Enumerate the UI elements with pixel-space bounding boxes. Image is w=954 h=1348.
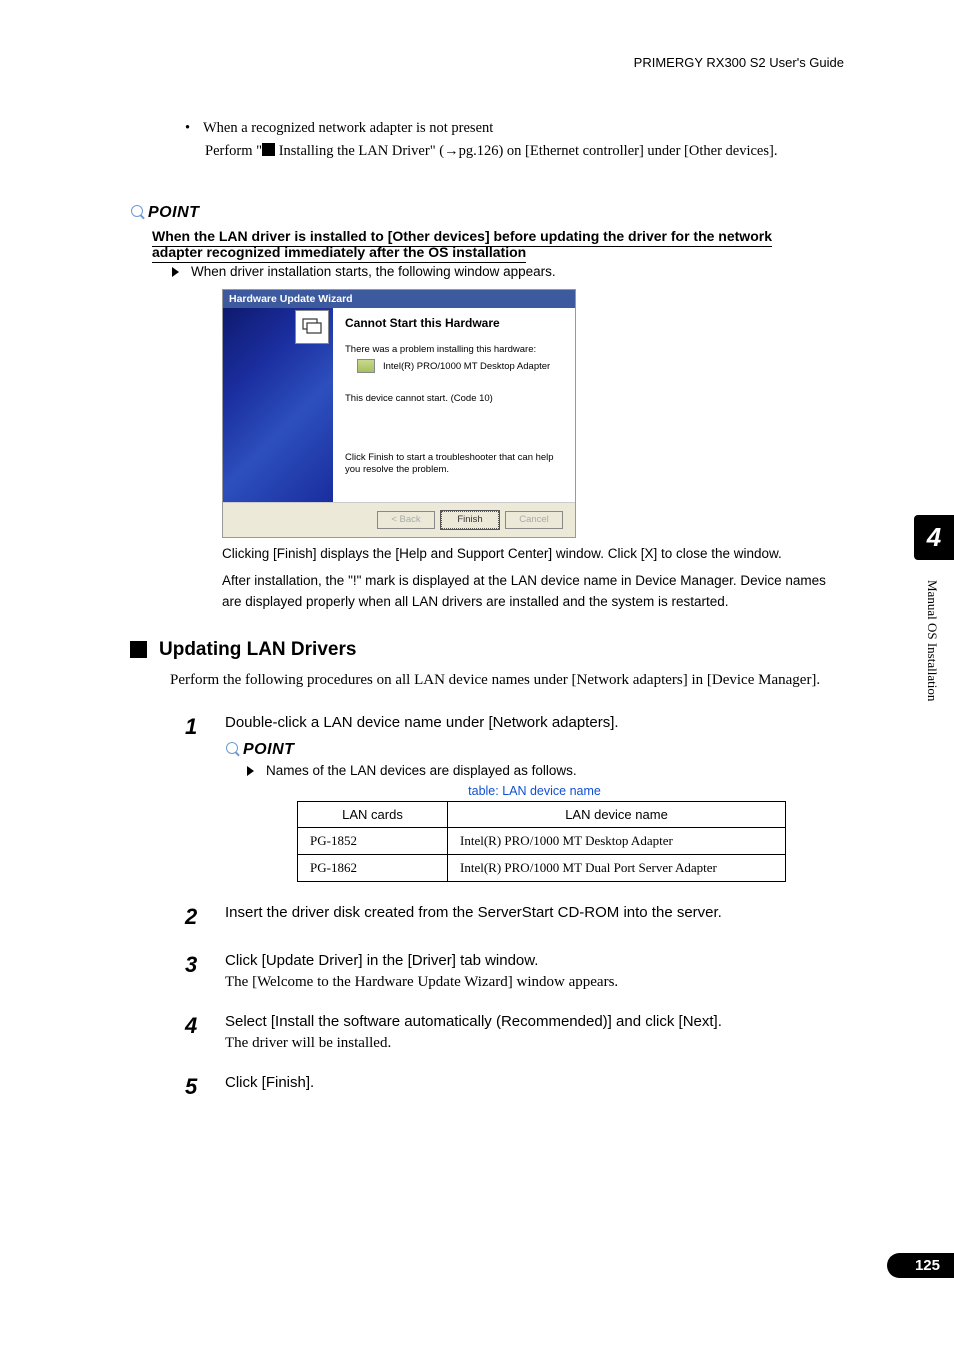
chapter-number: 4 [927,522,941,553]
point-list-text: When driver installation starts, the fol… [191,264,556,279]
bullet-dot: • [185,120,203,137]
triangle-icon [172,267,179,277]
lan-device-table: LAN cards LAN device name PG-1852 Intel(… [297,801,786,882]
th-device: LAN device name [448,802,786,828]
table-caption: table: LAN device name [225,784,844,798]
step-number: 3 [185,952,203,991]
step-body: Select [Install the software automatical… [225,1013,844,1052]
wizard-titlebar: Hardware Update Wizard [223,290,575,308]
point-list-item: When driver installation starts, the fol… [172,264,844,279]
wizard-body: Cannot Start this Hardware There was a p… [223,308,575,502]
step-body: Double-click a LAN device name under [Ne… [225,714,844,882]
step-sub: The [Welcome to the Hardware Update Wiza… [225,974,844,991]
point-bold-line2: adapter recognized immediately after the… [152,244,526,263]
step-body: Click [Update Driver] in the [Driver] ta… [225,952,844,991]
table-header-row: LAN cards LAN device name [298,802,786,828]
page-number: 125 [887,1253,954,1278]
after-line2: After installation, the "!" mark is disp… [222,571,844,613]
point-text: POINT [148,204,199,222]
wizard-device-icon [295,310,329,344]
point-bold-block: When the LAN driver is installed to [Oth… [130,228,844,260]
wizard-text-problem: There was a problem installing this hard… [345,344,563,355]
black-square-icon [262,143,275,156]
sub-post: pg.126) on [Ethernet controller] under [… [459,143,778,159]
th-cards: LAN cards [298,802,448,828]
point-label: POINT [130,204,844,222]
after-wizard-text: Clicking [Finish] displays the [Help and… [222,544,844,613]
td-card: PG-1852 [298,828,448,855]
wizard-text-code: This device cannot start. (Code 10) [345,393,563,404]
bullet-sub: Perform " Installing the LAN Driver" (→p… [205,143,844,160]
triangle-icon [247,766,254,776]
wizard-hw-name: Intel(R) PRO/1000 MT Desktop Adapter [383,361,550,372]
wizard-button-row: < Back Finish Cancel [223,502,575,537]
chapter-side-text: Manual OS Installation [924,580,940,701]
wizard-screenshot: Hardware Update Wizard Cannot Start this… [222,289,576,538]
wizard-sidebar-graphic [223,308,333,502]
magnifier-icon [130,205,146,221]
point-text-nested: POINT [243,741,294,759]
wizard-text-finish: Click Finish to start a troubleshooter t… [345,452,563,477]
step-main: Click [Update Driver] in the [Driver] ta… [225,952,844,969]
step-main: Double-click a LAN device name under [Ne… [225,714,844,731]
point-list-nested: Names of the LAN devices are displayed a… [247,763,844,778]
step-number: 4 [185,1013,203,1052]
wizard-heading: Cannot Start this Hardware [345,316,563,330]
table-row: PG-1862 Intel(R) PRO/1000 MT Dual Port S… [298,855,786,882]
step-main: Insert the driver disk created from the … [225,904,844,921]
step-main: Click [Finish]. [225,1074,844,1091]
chapter-tab: 4 [914,515,954,560]
step-main: Select [Install the software automatical… [225,1013,844,1030]
step-body: Click [Finish]. [225,1074,844,1100]
step-1: 1 Double-click a LAN device name under [… [185,714,844,882]
step-2: 2 Insert the driver disk created from th… [185,904,844,930]
step-3: 3 Click [Update Driver] in the [Driver] … [185,952,844,991]
after-line1: Clicking [Finish] displays the [Help and… [222,544,844,565]
nic-icon [357,359,375,373]
section-heading: Updating LAN Drivers [130,639,844,661]
guide-title: PRIMERGY RX300 S2 User's Guide [634,55,844,70]
td-device: Intel(R) PRO/1000 MT Desktop Adapter [448,828,786,855]
wizard-hw-row: Intel(R) PRO/1000 MT Desktop Adapter [357,359,563,373]
sub-pre: Perform " [205,143,262,159]
step-5: 5 Click [Finish]. [185,1074,844,1100]
section-intro: Perform the following procedures on all … [170,669,844,692]
wizard-right-panel: Cannot Start this Hardware There was a p… [333,308,575,502]
step-body: Insert the driver disk created from the … [225,904,844,930]
sub-mid: Installing the LAN Driver" ( [275,143,444,159]
step-number: 1 [185,714,203,882]
bullet-item: •When a recognized network adapter is no… [185,120,844,137]
point-label-nested: POINT [225,741,844,759]
td-card: PG-1862 [298,855,448,882]
td-device: Intel(R) PRO/1000 MT Dual Port Server Ad… [448,855,786,882]
finish-button[interactable]: Finish [441,511,499,529]
arrow-icon: → [444,143,459,159]
step-sub: The driver will be installed. [225,1035,844,1052]
step-4: 4 Select [Install the software automatic… [185,1013,844,1052]
back-button[interactable]: < Back [377,511,435,529]
section-title: Updating LAN Drivers [159,639,356,661]
step-number: 2 [185,904,203,930]
table-row: PG-1852 Intel(R) PRO/1000 MT Desktop Ada… [298,828,786,855]
page-content: •When a recognized network adapter is no… [0,70,954,1100]
point-nested-text: Names of the LAN devices are displayed a… [266,763,577,778]
page-header: PRIMERGY RX300 S2 User's Guide [0,0,954,70]
cancel-button[interactable]: Cancel [505,511,563,529]
step-number: 5 [185,1074,203,1100]
magnifier-icon [225,742,241,758]
section-square-icon [130,641,147,658]
bullet-text: When a recognized network adapter is not… [203,120,493,136]
